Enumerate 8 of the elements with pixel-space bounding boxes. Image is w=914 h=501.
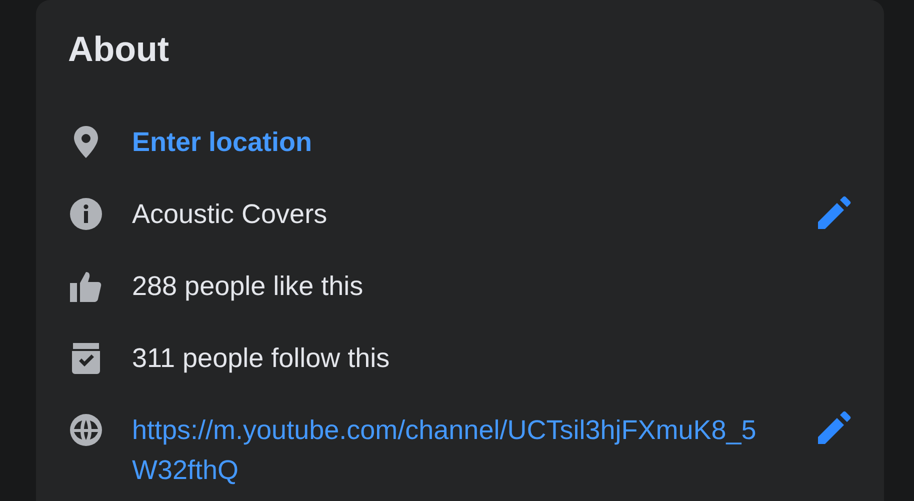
info-text: Acoustic Covers <box>132 198 328 231</box>
link[interactable]: https://m.youtube.com/channel/UCTsil3hjFXmuK8_5W32fthQ <box>132 410 814 490</box>
globe-icon <box>68 412 104 448</box>
card-title: About <box>68 29 170 71</box>
info-icon <box>68 196 104 232</box>
info-text: 311 people follow this <box>132 342 391 375</box>
info-text: 288 people like this <box>132 270 364 303</box>
link[interactable]: Enter location <box>132 122 852 162</box>
